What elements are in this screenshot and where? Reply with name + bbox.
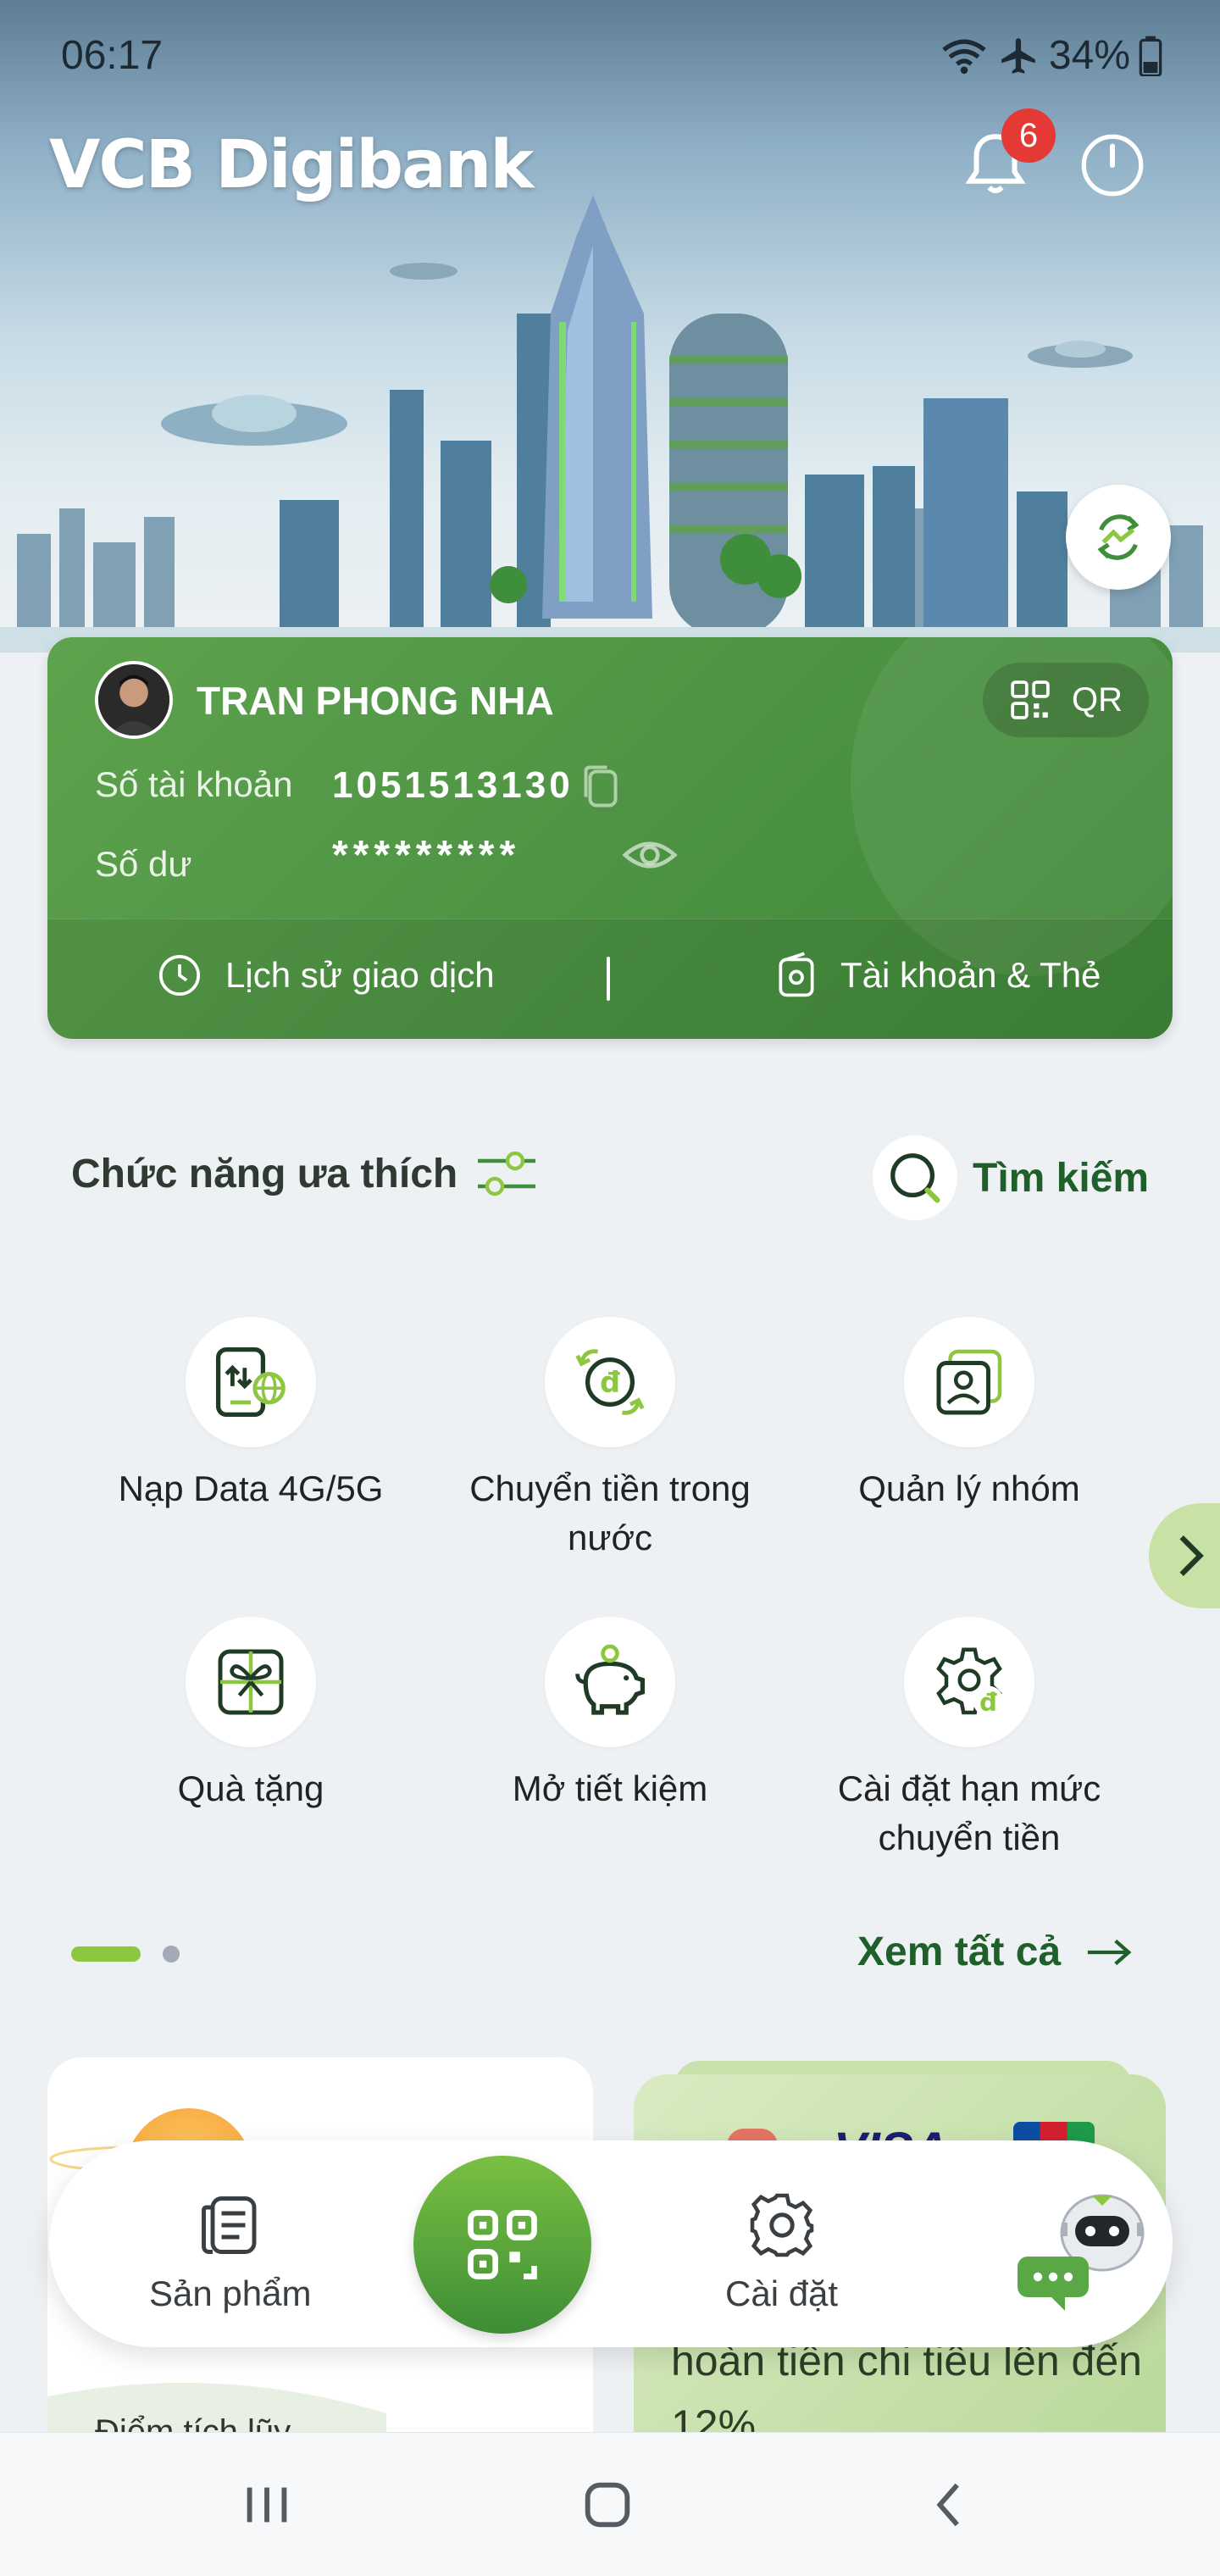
- gift-icon: [218, 1649, 284, 1715]
- search-icon: [890, 1153, 940, 1203]
- nav-settings[interactable]: Cài đặt: [725, 2190, 838, 2314]
- func-icon-wrap: đ: [545, 1317, 675, 1447]
- qr-code-icon: [1011, 680, 1050, 719]
- arrow-right-icon: [1087, 1939, 1132, 1965]
- back-icon[interactable]: [920, 2475, 979, 2534]
- account-holder-name: TRAN PHONG NHA: [197, 679, 554, 723]
- battery-icon: [1139, 36, 1162, 76]
- search-label: Tìm kiếm: [973, 1155, 1150, 1201]
- home-icon[interactable]: [578, 2475, 637, 2534]
- qr-scan-icon: [468, 2210, 537, 2279]
- next-page-button[interactable]: [1149, 1503, 1220, 1608]
- copy-icon[interactable]: [580, 763, 622, 810]
- func-label: Cài đặt hạn mức chuyển tiền: [837, 1768, 1101, 1857]
- func-data-topup[interactable]: Nạp Data 4G/5G: [81, 1317, 420, 1513]
- avatar-image: [98, 664, 169, 736]
- pagination-dots: [71, 1946, 180, 1963]
- document-list-icon: [201, 2196, 257, 2254]
- func-icon-wrap: [186, 1317, 316, 1447]
- accounts-cards-label: Tài khoản & Thẻ: [840, 955, 1101, 995]
- func-transfer-limit[interactable]: đ Cài đặt hạn mức chuyển tiền: [800, 1617, 1139, 1863]
- app-logo: VCB Digibank: [49, 127, 534, 203]
- system-navigation-bar: [0, 2432, 1220, 2576]
- chatbot-robot-icon: [1018, 2194, 1145, 2311]
- func-icon-wrap: [904, 1317, 1034, 1447]
- domestic-transfer-icon: đ: [575, 1349, 645, 1415]
- func-label: Quản lý nhóm: [858, 1468, 1080, 1508]
- func-domestic-transfer[interactable]: đ Chuyển tiền trong nước: [441, 1317, 779, 1563]
- refresh-landscape-icon: [1097, 514, 1140, 560]
- nav-settings-label: Cài đặt: [725, 2273, 839, 2313]
- clock-icon: [158, 954, 201, 997]
- func-open-savings[interactable]: Mở tiết kiệm: [441, 1617, 779, 1813]
- wifi-icon: [942, 39, 986, 74]
- card-wallet-icon: [779, 952, 814, 997]
- svg-text:đ: đ: [600, 1366, 620, 1399]
- power-icon: [1081, 134, 1144, 197]
- nav-products[interactable]: Sản phẩm: [149, 2190, 311, 2314]
- chatbot-button[interactable]: [990, 2154, 1171, 2335]
- transaction-history-link[interactable]: Lịch sử giao dịch: [156, 952, 495, 999]
- qr-label: QR: [1072, 680, 1123, 719]
- group-manage-icon: [936, 1349, 1002, 1415]
- favorites-title: Chức năng ưa thích: [71, 1152, 458, 1196]
- notification-badge: 6: [1001, 108, 1056, 163]
- page-dot-active[interactable]: [71, 1946, 141, 1962]
- gear-icon: [750, 2193, 813, 2257]
- avatar[interactable]: [95, 661, 173, 739]
- recent-apps-icon[interactable]: [237, 2475, 297, 2534]
- hero-banner: 06:17 34% VCB Digibank 6: [0, 0, 1220, 678]
- func-label: Mở tiết kiệm: [512, 1768, 708, 1808]
- status-icons: 34%: [939, 32, 1162, 79]
- account-card: TRAN PHONG NHA QR Số tài khoản 105151313…: [47, 637, 1173, 1039]
- chevron-right-icon: [1179, 1535, 1204, 1576]
- card-footer: Lịch sử giao dịch Tài khoản & Thẻ: [47, 919, 1173, 1039]
- qr-button[interactable]: QR: [983, 663, 1149, 737]
- battery-percent: 34%: [1048, 33, 1130, 78]
- func-icon-wrap: [186, 1617, 316, 1747]
- scan-qr-button[interactable]: [413, 2156, 591, 2334]
- status-time: 06:17: [61, 33, 164, 78]
- transfer-limit-icon: đ: [936, 1647, 1004, 1717]
- eye-icon[interactable]: [620, 825, 679, 885]
- account-number: 1051513130: [332, 764, 574, 806]
- piggy-bank-icon: [575, 1644, 646, 1715]
- city-skyline-illustration: [0, 195, 1220, 652]
- func-group-manage[interactable]: Quản lý nhóm: [800, 1317, 1139, 1513]
- func-gift[interactable]: Quà tặng: [81, 1617, 420, 1813]
- logout-button[interactable]: [1074, 127, 1151, 203]
- status-bar: 06:17 34%: [0, 0, 1220, 110]
- search-icon-circle: [873, 1135, 957, 1220]
- func-icon-wrap: đ: [904, 1617, 1034, 1747]
- balance-label: Số dư: [95, 844, 192, 884]
- see-all-link[interactable]: Xem tất cả: [857, 1929, 1134, 1975]
- func-label: Nạp Data 4G/5G: [118, 1468, 384, 1508]
- func-label: Quà tặng: [177, 1768, 324, 1808]
- transaction-history-label: Lịch sử giao dịch: [225, 955, 495, 995]
- page-dot[interactable]: [163, 1946, 180, 1963]
- func-icon-wrap: [545, 1617, 675, 1747]
- func-label: Chuyển tiền trong nước: [469, 1468, 751, 1557]
- balance-value: *********: [332, 833, 521, 878]
- change-theme-button[interactable]: [1066, 485, 1171, 590]
- nav-products-label: Sản phẩm: [149, 2273, 312, 2313]
- customize-favorites-icon[interactable]: [474, 1149, 539, 1200]
- account-number-label: Số tài khoản: [95, 764, 293, 804]
- svg-text:đ: đ: [979, 1688, 997, 1717]
- accounts-cards-link[interactable]: Tài khoản & Thẻ: [774, 952, 1101, 999]
- search-button[interactable]: Tìm kiếm: [873, 1135, 1149, 1220]
- see-all-label: Xem tất cả: [857, 1929, 1062, 1974]
- footer-divider: [607, 957, 610, 1001]
- airplane-mode-icon: [1001, 37, 1035, 74]
- data-topup-icon: [215, 1346, 286, 1418]
